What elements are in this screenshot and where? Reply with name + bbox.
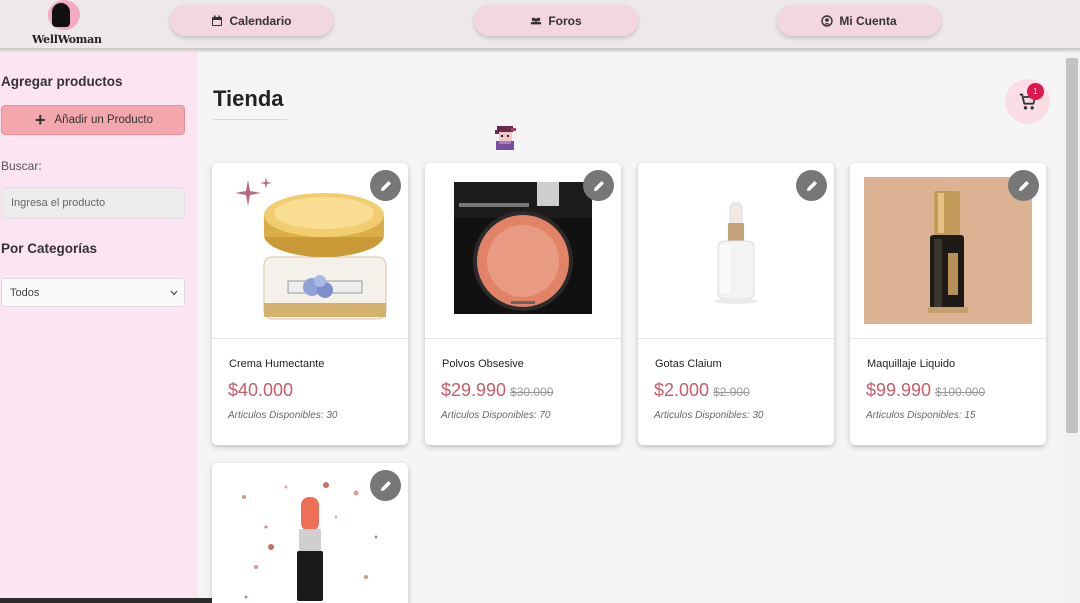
product-price: $2.000 bbox=[654, 380, 710, 400]
chevron-down-icon bbox=[170, 290, 178, 295]
product-price-row: $29.990 $30.000 bbox=[441, 380, 553, 401]
pixel-character-icon bbox=[495, 126, 516, 150]
pencil-icon bbox=[806, 180, 817, 191]
product-card[interactable]: Crema Humectante $40.000 Articulos Dispo… bbox=[212, 163, 408, 445]
product-price: $29.990 bbox=[441, 380, 507, 400]
product-old-price: $100.000 bbox=[935, 385, 986, 399]
edit-product-button[interactable] bbox=[1008, 170, 1039, 201]
search-input[interactable] bbox=[1, 187, 185, 219]
category-selected-value: Todos bbox=[10, 286, 40, 299]
nav-calendario-label: Calendario bbox=[229, 13, 292, 28]
edit-product-button[interactable] bbox=[583, 170, 614, 201]
account-circle-icon bbox=[821, 14, 834, 27]
logo-emblem-icon bbox=[48, 0, 80, 30]
product-image-gotas bbox=[652, 177, 820, 324]
product-name: Crema Humectante bbox=[229, 358, 325, 370]
add-product-label: Añadir un Producto bbox=[54, 114, 153, 126]
card-divider bbox=[212, 338, 408, 339]
scrollbar-thumb[interactable] bbox=[1066, 58, 1078, 433]
product-stock: Articulos Disponibles: 70 bbox=[441, 410, 551, 421]
card-divider bbox=[425, 338, 621, 339]
plus-icon: + bbox=[35, 110, 46, 130]
pencil-icon bbox=[380, 180, 391, 191]
product-old-price: $30.000 bbox=[510, 385, 554, 399]
card-divider bbox=[638, 338, 834, 339]
top-navbar: WellWoman Calendario Foros Mi Cuenta bbox=[0, 0, 1080, 50]
product-price-row: $99.990 $100.000 bbox=[866, 380, 985, 401]
add-product-button[interactable]: + Añadir un Producto bbox=[1, 105, 185, 135]
logo-text: WellWoman bbox=[32, 33, 102, 46]
page-title: Tienda bbox=[213, 86, 284, 111]
category-heading: Por Categorías bbox=[1, 241, 98, 256]
product-stock: Articulos Disponibles: 30 bbox=[228, 410, 338, 421]
product-price-row: $2.000 $2.000 bbox=[654, 380, 750, 401]
edit-product-button[interactable] bbox=[370, 470, 401, 501]
nav-calendario-button[interactable]: Calendario bbox=[170, 5, 333, 36]
nav-foros-label: Foros bbox=[548, 13, 582, 28]
product-price: $99.990 bbox=[866, 380, 932, 400]
pencil-icon bbox=[1018, 180, 1029, 191]
sidebar: Agregar productos + Añadir un Producto B… bbox=[0, 52, 198, 603]
wellwoman-logo[interactable]: WellWoman bbox=[30, 0, 102, 48]
main-content: Tienda 1 Crema Humectante $40.000 Articu… bbox=[198, 52, 1064, 603]
product-image-labial bbox=[226, 477, 394, 603]
title-underline bbox=[213, 119, 287, 120]
cart-count-badge: 1 bbox=[1027, 83, 1044, 100]
product-card[interactable]: Maquillaje Liquido $99.990 $100.000 Arti… bbox=[850, 163, 1046, 445]
edit-product-button[interactable] bbox=[370, 170, 401, 201]
nav-mi-cuenta-button[interactable]: Mi Cuenta bbox=[777, 5, 941, 36]
pencil-icon bbox=[380, 480, 391, 491]
product-price: $40.000 bbox=[228, 380, 294, 400]
product-image-crema bbox=[226, 177, 394, 324]
product-stock: Articulos Disponibles: 15 bbox=[866, 410, 976, 421]
product-name: Polvos Obsesive bbox=[442, 358, 524, 370]
product-card[interactable]: Gotas Claium $2.000 $2.000 Articulos Dis… bbox=[638, 163, 834, 445]
people-icon bbox=[531, 17, 542, 24]
bottom-bar bbox=[0, 598, 212, 603]
product-name: Gotas Claium bbox=[655, 358, 722, 370]
search-label: Buscar: bbox=[1, 159, 42, 173]
product-old-price: $2.000 bbox=[713, 385, 750, 399]
nav-mi-cuenta-label: Mi Cuenta bbox=[839, 13, 897, 28]
product-image-polvos bbox=[439, 177, 607, 324]
calendar-icon bbox=[212, 15, 223, 26]
card-divider bbox=[850, 338, 1046, 339]
product-name: Maquillaje Liquido bbox=[867, 358, 956, 370]
edit-product-button[interactable] bbox=[796, 170, 827, 201]
product-card[interactable]: Polvos Obsesive $29.990 $30.000 Articulo… bbox=[425, 163, 621, 445]
product-price-row: $40.000 bbox=[228, 380, 297, 401]
product-image-maquillaje bbox=[864, 177, 1032, 324]
product-stock: Articulos Disponibles: 30 bbox=[654, 410, 764, 421]
category-select[interactable]: Todos bbox=[1, 278, 185, 307]
add-products-heading: Agregar productos bbox=[1, 74, 123, 89]
nav-foros-button[interactable]: Foros bbox=[474, 5, 638, 36]
product-card[interactable] bbox=[212, 463, 408, 603]
pencil-icon bbox=[593, 180, 604, 191]
